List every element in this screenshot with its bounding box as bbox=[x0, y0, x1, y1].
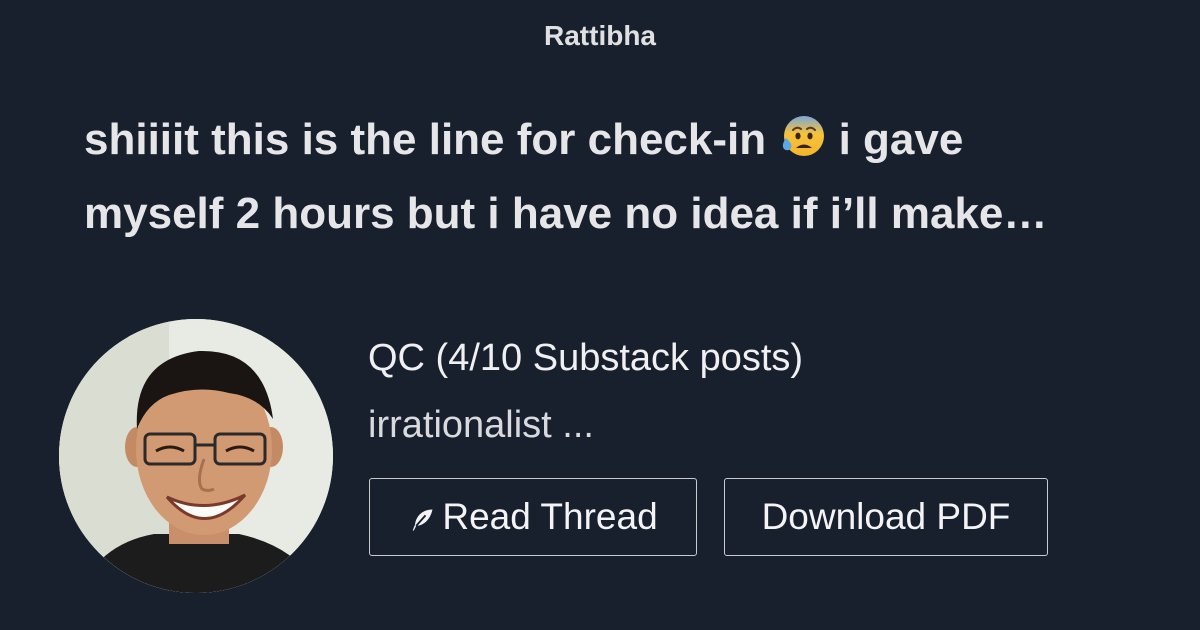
site-name[interactable]: Rattibha bbox=[0, 20, 1200, 52]
thread-title-part-1: shiiiit this is the line for check-in bbox=[84, 115, 767, 164]
author-name[interactable]: QC (4/10 Substack posts) bbox=[368, 337, 803, 380]
feather-icon bbox=[413, 509, 433, 531]
download-pdf-button[interactable]: Download PDF bbox=[724, 478, 1048, 556]
thread-title-line-2: myself 2 hours but i have no idea if i’l… bbox=[84, 189, 1048, 238]
avatar bbox=[59, 319, 333, 593]
read-thread-label: Read Thread bbox=[442, 496, 658, 537]
author-bio: irrationalist ... bbox=[368, 404, 594, 446]
read-thread-button[interactable]: Read Thread bbox=[369, 478, 697, 556]
thread-title-line-1: shiiiit this is the line for check-in i … bbox=[84, 103, 1144, 177]
author-photo bbox=[59, 319, 333, 593]
anxious-face-with-sweat-icon bbox=[783, 116, 825, 156]
download-pdf-label: Download PDF bbox=[761, 496, 1011, 537]
thread-title: shiiiit this is the line for check-in i … bbox=[84, 103, 1144, 251]
thread-title-part-2: i gave bbox=[838, 115, 964, 164]
